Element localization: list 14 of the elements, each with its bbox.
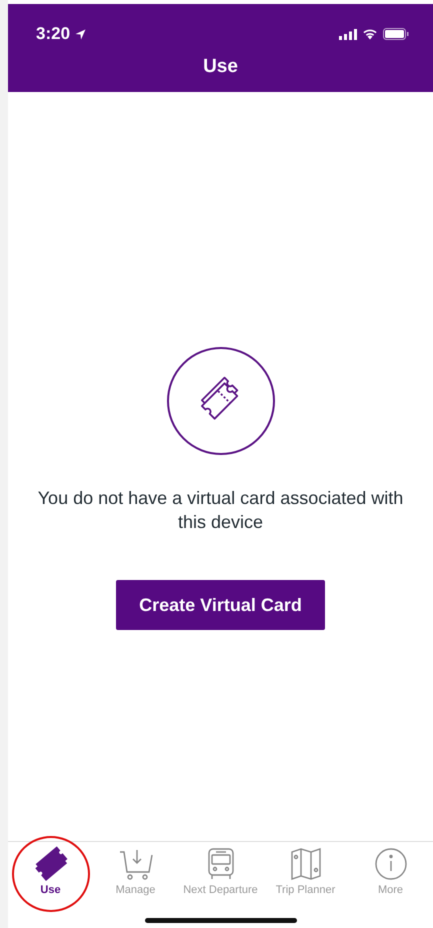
tab-bar-item[interactable]: More bbox=[348, 846, 433, 904]
tab-bar-item[interactable]: Next Departure bbox=[178, 846, 263, 904]
signal-icon bbox=[339, 28, 357, 40]
screen-title: Use bbox=[202, 55, 239, 79]
tab-bar-item[interactable]: Use bbox=[8, 846, 93, 904]
location-arrow-icon bbox=[75, 28, 86, 40]
create-virtual-card-button[interactable]: Create Virtual Card bbox=[116, 580, 325, 630]
tab-bar-item[interactable]: Trip Planner bbox=[263, 846, 348, 904]
wifi-icon bbox=[362, 28, 378, 40]
battery-icon bbox=[383, 28, 409, 40]
empty-state-message: You do not have a virtual card associated with this device bbox=[36, 487, 404, 534]
ticket-icon bbox=[166, 346, 276, 456]
status-time: 3:20 bbox=[36, 24, 70, 44]
tab-bar-item[interactable]: Manage bbox=[93, 846, 178, 904]
